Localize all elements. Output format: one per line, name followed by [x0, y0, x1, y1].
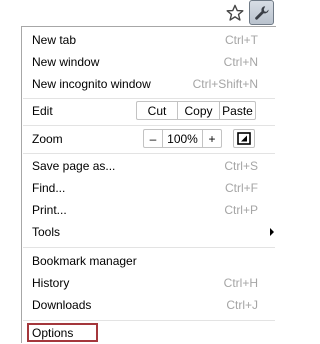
- menu-item-label: Tools: [32, 225, 61, 239]
- menu-item-label: Bookmark manager: [32, 254, 137, 268]
- menu-item-label: Downloads: [32, 298, 92, 312]
- menu-item-label: Print...: [32, 203, 67, 217]
- menu-item-shortcut: Ctrl+T: [225, 33, 258, 47]
- menu-item-label: New incognito window: [32, 77, 151, 91]
- star-icon: [226, 4, 244, 21]
- menu-item-label: Zoom: [32, 132, 63, 146]
- menu-item-history[interactable]: History Ctrl+H: [22, 272, 276, 294]
- cut-button[interactable]: Cut: [137, 102, 178, 119]
- menu-item-new-incognito-window[interactable]: New incognito window Ctrl+Shift+N: [22, 73, 276, 95]
- bookmark-star-button[interactable]: [224, 2, 246, 24]
- menu-separator: [23, 98, 275, 99]
- menu-item-shortcut: Ctrl+F: [225, 181, 258, 195]
- menu-item-shortcut: Ctrl+J: [226, 298, 258, 312]
- paste-button[interactable]: Paste: [220, 102, 255, 119]
- menu-item-shortcut: Ctrl+P: [224, 203, 258, 217]
- menu-item-downloads[interactable]: Downloads Ctrl+J: [22, 294, 276, 316]
- zoom-out-button[interactable]: –: [144, 130, 163, 147]
- zoom-level: 100%: [163, 130, 203, 147]
- menu-item-label: New window: [32, 55, 100, 69]
- edit-button-group: Cut Copy Paste: [136, 101, 256, 120]
- menu-item-find[interactable]: Find... Ctrl+F: [22, 177, 276, 199]
- menu-item-edit: Edit Cut Copy Paste: [22, 100, 276, 122]
- browser-toolbar: [0, 0, 276, 26]
- menu-separator: [23, 247, 275, 248]
- menu-separator: [23, 125, 275, 126]
- copy-button[interactable]: Copy: [178, 102, 220, 119]
- menu-item-label: Options: [32, 326, 74, 340]
- fullscreen-button[interactable]: [233, 129, 255, 148]
- menu-item-shortcut: Ctrl+Shift+N: [192, 77, 258, 91]
- menu-item-label: Save page as...: [32, 159, 116, 173]
- menu-item-tools[interactable]: Tools: [22, 221, 276, 243]
- menu-item-zoom: Zoom – 100% +: [22, 128, 276, 150]
- wrench-dropdown-menu: New tab Ctrl+T New window Ctrl+N New inc…: [21, 26, 276, 343]
- menu-item-label: New tab: [32, 33, 77, 47]
- menu-item-bookmark-manager[interactable]: Bookmark manager: [22, 250, 276, 272]
- menu-separator: [23, 320, 275, 321]
- menu-item-new-tab[interactable]: New tab Ctrl+T: [22, 29, 276, 51]
- menu-item-shortcut: Ctrl+N: [223, 55, 258, 69]
- menu-item-label: Find...: [32, 181, 66, 195]
- menu-item-new-window[interactable]: New window Ctrl+N: [22, 51, 276, 73]
- wrench-menu-button[interactable]: [249, 0, 274, 25]
- menu-item-save-page[interactable]: Save page as... Ctrl+S: [22, 155, 276, 177]
- zoom-button-group: – 100% +: [143, 129, 222, 148]
- menu-item-shortcut: Ctrl+H: [223, 276, 258, 290]
- menu-item-print[interactable]: Print... Ctrl+P: [22, 199, 276, 221]
- wrench-icon: [254, 5, 269, 20]
- zoom-in-button[interactable]: +: [203, 130, 221, 147]
- submenu-arrow-icon: [270, 228, 274, 236]
- menu-item-label: History: [32, 276, 70, 290]
- menu-item-shortcut: Ctrl+S: [224, 159, 258, 173]
- menu-item-label: Edit: [32, 104, 53, 118]
- menu-separator: [23, 153, 275, 154]
- fullscreen-icon: [237, 132, 251, 145]
- menu-item-options[interactable]: Options: [22, 322, 276, 344]
